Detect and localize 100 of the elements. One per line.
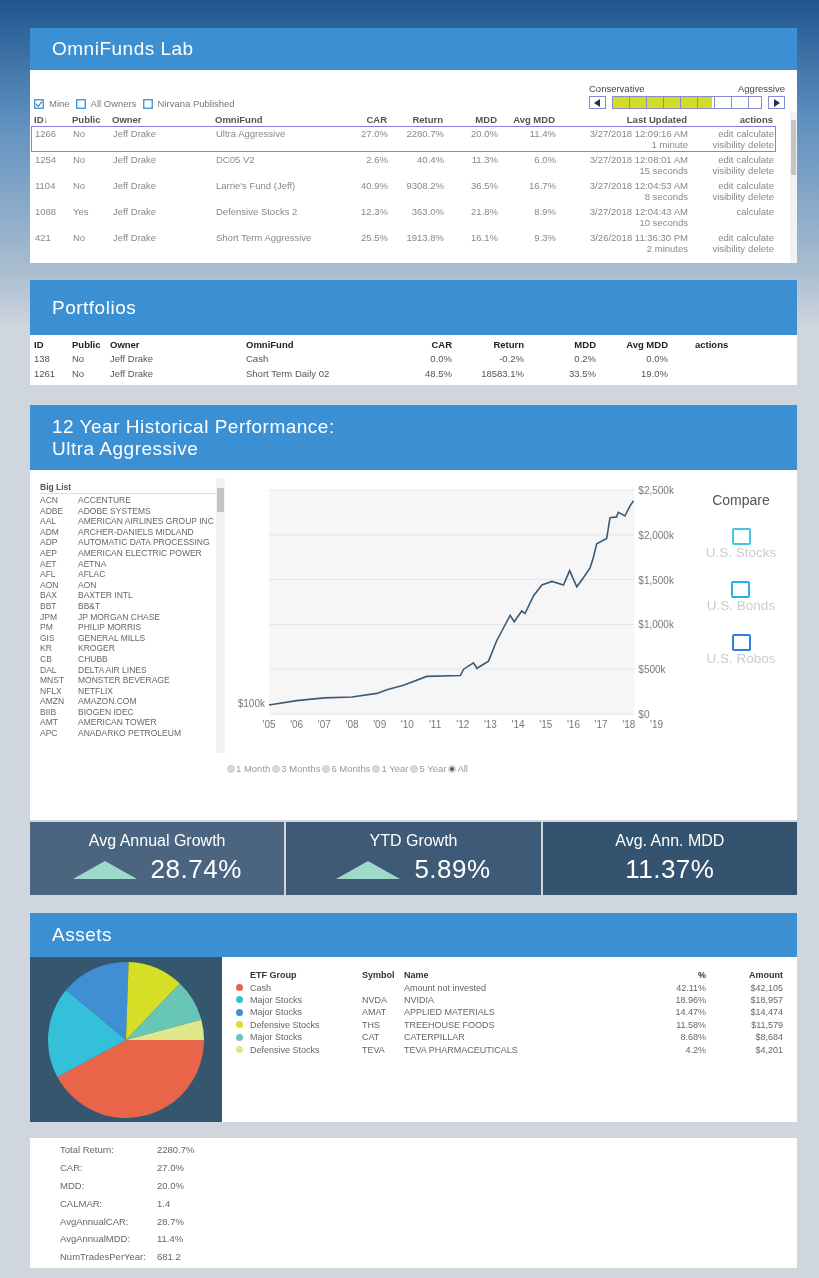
checkbox-icon[interactable]	[142, 98, 153, 109]
filter-label[interactable]: Nirvana Published	[157, 98, 235, 109]
company-name[interactable]: AMERICAN AIRLINES GROUP INC	[78, 516, 216, 527]
ticker-symbol[interactable]: ADM	[40, 526, 78, 538]
scrollbar[interactable]	[216, 478, 225, 753]
ticker-symbol[interactable]: AFL	[40, 569, 78, 580]
company-name[interactable]: ARCHER-DANIELS MIDLAND	[78, 526, 216, 538]
radio-button[interactable]	[410, 764, 419, 773]
filter-label[interactable]: Mine	[49, 98, 70, 109]
ticker-symbol[interactable]: AEP	[40, 547, 78, 559]
ticker-symbol[interactable]: APC	[40, 728, 78, 739]
column-header: Return	[411, 113, 443, 125]
radio-button[interactable]	[322, 764, 331, 773]
company-name[interactable]: AMERICAN TOWER	[78, 717, 216, 729]
company-name[interactable]: ACCENTURE	[78, 495, 216, 506]
table-row[interactable]: 1104 No Jeff Drake Larrie's Fund (Jeff) 40.9% 9308.2% 36.5% 16.7% 3/27/2018 12:04:53 AM 8 seconds edit calculate visibility delete	[31, 178, 776, 204]
compare-checkbox[interactable]	[731, 634, 751, 651]
compare-checkbox[interactable]	[731, 581, 751, 598]
company-name[interactable]: GENERAL MILLS	[78, 632, 216, 644]
ticker-symbol[interactable]: AMT	[40, 717, 78, 729]
radio-button[interactable]	[448, 764, 457, 773]
company-name[interactable]: ADOBE SYSTEMS	[78, 505, 216, 517]
action-link[interactable]: calculate	[736, 232, 774, 243]
table-cell-text: 40.4%	[416, 153, 444, 165]
company-name[interactable]: BIOGEN IDEC	[78, 706, 216, 718]
column-header: Owner	[110, 339, 141, 350]
table-cell-text: 138	[34, 353, 51, 364]
action-link[interactable]: delete	[748, 243, 774, 254]
ticker-symbol[interactable]: BAX	[40, 590, 78, 601]
company-name[interactable]: CHUBB	[78, 653, 216, 665]
action-link[interactable]: calculate	[736, 206, 774, 217]
company-name[interactable]: AMAZON.COM	[78, 696, 216, 707]
scrollbar[interactable]	[790, 112, 797, 263]
table-cell-text: 16.1%	[470, 231, 498, 243]
company-name[interactable]: ANADARKO PETROLEUM	[78, 728, 216, 739]
company-name[interactable]: AFLAC	[78, 569, 216, 580]
ticker-symbol[interactable]: AON	[40, 579, 78, 591]
action-link[interactable]: visibility	[712, 165, 746, 176]
checked-checkbox-icon[interactable]	[34, 98, 44, 109]
company-name[interactable]: KROGER	[78, 643, 216, 654]
radio-button[interactable]	[227, 764, 235, 773]
step-left-button[interactable]	[589, 96, 606, 109]
ticker-symbol[interactable]: PM	[40, 622, 78, 633]
table-cell-text: 1913.8%	[405, 231, 444, 243]
action-link[interactable]: delete	[748, 191, 774, 202]
company-name[interactable]: BB&T	[78, 600, 216, 612]
column-header[interactable]: ID↓	[34, 113, 72, 125]
ticker-symbol[interactable]: MNST	[40, 675, 78, 686]
company-name[interactable]: AON	[78, 579, 216, 591]
action-link[interactable]: edit	[718, 180, 734, 191]
ticker-symbol[interactable]: AMZN	[40, 696, 78, 707]
table-row[interactable]: 1254 No Jeff Drake DC05 V2 2.6% 40.4% 11.3% 6.0% 3/27/2018 12:08:01 AM 15 seconds edit calculate visibility delete	[31, 152, 776, 178]
company-name[interactable]: JP MORGAN CHASE	[78, 611, 216, 623]
company-name[interactable]: BAXTER INTL	[78, 590, 216, 601]
ticker-symbol[interactable]: ADBE	[40, 505, 78, 517]
table-cell-text: Jeff Drake	[113, 179, 158, 191]
table-row[interactable]: 421 No Jeff Drake Short Term Aggressive 25.5% 1913.8% 16.1% 9.3% 3/26/2018 11:36:30 PM 2 minutes edit calculate visibility delete	[31, 230, 776, 256]
company-name[interactable]: DELTA AIR LINES	[78, 664, 216, 676]
action-link[interactable]: edit	[718, 232, 734, 243]
stat-value: 27.0%	[157, 1162, 184, 1174]
action-link[interactable]: edit	[718, 154, 734, 165]
radio-button[interactable]	[372, 764, 381, 773]
risk-slider-track[interactable]	[611, 96, 763, 109]
table-cell-text: 36.5%	[470, 179, 498, 191]
ticker-symbol[interactable]: CB	[40, 653, 78, 665]
action-link[interactable]: calculate	[736, 128, 774, 139]
action-link[interactable]: calculate	[736, 154, 774, 165]
ticker-symbol[interactable]: GIS	[40, 632, 78, 644]
ticker-symbol[interactable]: NFLX	[40, 685, 78, 697]
company-name[interactable]: AUTOMATIC DATA PROCESSING	[78, 537, 216, 548]
company-name[interactable]: AETNA	[78, 558, 216, 570]
company-name[interactable]: AMERICAN ELECTRIC POWER	[78, 547, 216, 559]
ticker-symbol[interactable]: ADP	[40, 537, 78, 548]
action-link[interactable]: delete	[748, 139, 774, 150]
step-right-button[interactable]	[768, 96, 785, 109]
action-link[interactable]: visibility	[712, 139, 746, 150]
filter-label[interactable]: All Owners	[90, 98, 137, 109]
action-link[interactable]: delete	[748, 165, 774, 176]
table-row[interactable]: 1266 No Jeff Drake Ultra Aggressive 27.0% 2280.7% 20.0% 11.4% 3/27/2018 12:09:16 AM 1 minute edit calculate visibility delete	[31, 126, 776, 152]
ticker-symbol[interactable]: KR	[40, 643, 78, 654]
compare-checkbox[interactable]	[731, 528, 751, 545]
list-title: Big List	[40, 482, 216, 494]
action-link[interactable]: edit	[718, 128, 734, 139]
ticker-symbol[interactable]: AET	[40, 558, 78, 570]
ticker-symbol[interactable]: AAL	[40, 516, 78, 527]
radio-button[interactable]	[272, 764, 281, 773]
ticker-symbol[interactable]: BBT	[40, 600, 78, 612]
action-link[interactable]: visibility	[712, 243, 746, 254]
company-name[interactable]: PHILIP MORRIS	[78, 622, 216, 633]
ticker-symbol[interactable]: ACN	[40, 495, 78, 506]
action-link[interactable]: visibility	[712, 191, 746, 202]
action-link[interactable]: calculate	[736, 180, 774, 191]
risk-slider-fill[interactable]	[612, 97, 712, 108]
ticker-symbol[interactable]: JPM	[40, 611, 78, 623]
checkbox-icon[interactable]	[75, 98, 86, 109]
ticker-symbol[interactable]: DAL	[40, 664, 78, 676]
table-row[interactable]: 1088 Yes Jeff Drake Defensive Stocks 2 12.3% 363.0% 21.8% 8.9% 3/27/2018 12:04:43 AM 10 seconds calculate	[31, 204, 776, 230]
ticker-symbol[interactable]: BIIB	[40, 706, 78, 718]
company-name[interactable]: MONSTER BEVERAGE	[78, 675, 216, 686]
company-name[interactable]: NETFLIX	[78, 685, 216, 697]
